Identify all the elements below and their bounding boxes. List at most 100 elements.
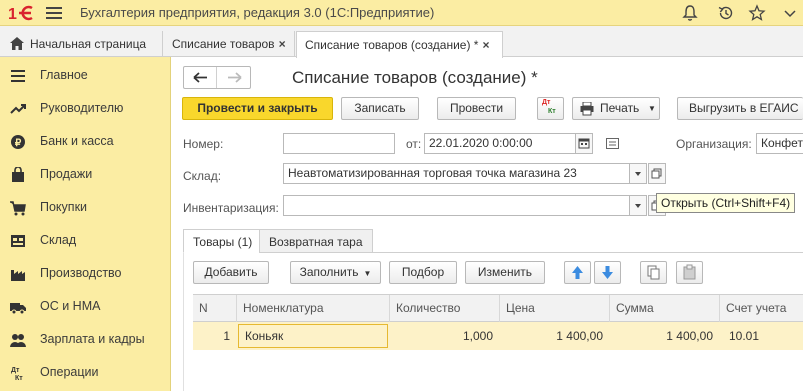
sidebar-item-label: Покупки [40,200,88,214]
column-header[interactable]: N [193,295,236,323]
svg-text:Дт: Дт [11,367,20,374]
truck-icon [10,299,26,315]
organization-field[interactable]: Конфет [756,133,803,154]
form-title: Списание товаров (создание) * [292,68,538,87]
title-bar: 1 Бухгалтерия предприятия, редакция 3.0 … [0,0,803,26]
dropdown-button[interactable] [629,163,647,184]
inventory-label: Инвентаризация: [183,201,279,215]
coin-icon: ₽ [10,134,26,150]
sidebar-item-assets[interactable]: ОС и НМА [0,290,171,323]
star-icon[interactable] [748,4,766,22]
inventory-field[interactable] [283,195,630,216]
forward-arrow-icon[interactable] [218,67,251,88]
column-header[interactable]: Цена [499,295,609,323]
dropdown-arrow-icon: ▼ [648,104,656,113]
1c-logo-icon: 1 [8,4,36,22]
sidebar: Главное Руководителю ₽ Банк и касса Прод… [0,57,171,391]
table-row[interactable]: 1 Коньяк 1,000 1 400,00 1 400,00 10.01 [193,322,803,350]
column-header[interactable]: Номенклатура [236,295,389,323]
save-button[interactable]: Записать [341,97,419,120]
tab-returnable-containers[interactable]: Возвратная тара [259,229,373,253]
close-icon[interactable]: × [279,37,286,51]
number-field[interactable] [283,133,395,154]
sidebar-item-label: Зарплата и кадры [40,332,145,346]
column-header[interactable]: Счет учета [719,295,803,323]
comment-icon[interactable] [606,138,620,150]
move-down-icon[interactable] [594,261,621,284]
sidebar-item-manager[interactable]: Руководителю [0,92,171,125]
tooltip: Открыть (Ctrl+Shift+F4) [656,193,796,213]
account-cell[interactable]: 10.01 [729,322,799,350]
back-arrow-icon[interactable] [184,67,217,88]
price-cell[interactable]: 1 400,00 [499,322,603,350]
sidebar-item-main[interactable]: Главное [0,59,171,92]
sidebar-item-purchases[interactable]: Покупки [0,191,171,224]
close-icon[interactable]: × [482,38,489,52]
open-icon[interactable] [648,163,666,184]
sidebar-item-sales[interactable]: Продажи [0,158,171,191]
sidebar-item-warehouse[interactable]: Склад [0,224,171,257]
sum-cell[interactable]: 1 400,00 [609,322,713,350]
hamburger-menu-icon[interactable] [46,6,62,20]
post-and-close-button[interactable]: Провести и закрыть [182,97,333,120]
fill-button[interactable]: Заполнить ▼ [290,261,381,284]
select-button[interactable]: Подбор [389,261,457,284]
sidebar-item-label: Банк и касса [40,134,114,148]
tab-writeoff-label: Списание товаров [172,37,275,51]
sidebar-item-label: Склад [40,233,77,247]
dt-kt-button[interactable]: Дт Кт [537,97,564,120]
warehouse-icon [10,233,26,249]
chevron-down-icon[interactable] [781,4,799,22]
svg-text:₽: ₽ [15,138,22,149]
sidebar-item-label: Главное [40,68,88,82]
dt-kt-icon-top: Дт [542,99,551,106]
dropdown-arrow-icon: ▼ [363,269,372,278]
sidebar-item-label: Руководителю [40,101,124,115]
svg-text:1: 1 [8,6,17,22]
dt-kt-icon-bottom: Кт [548,108,556,115]
change-button[interactable]: Изменить [465,261,545,284]
dt-kt-icon: Дт Кт [10,365,26,381]
app-title: Бухгалтерия предприятия, редакция 3.0 (1… [80,5,435,20]
warehouse-field[interactable]: Неавтоматизированная торговая точка мага… [283,163,630,184]
home-icon [10,37,24,50]
shopping-bag-icon [10,167,26,183]
warehouse-label: Склад: [183,169,222,183]
sidebar-item-salary[interactable]: Зарплата и кадры [0,323,171,356]
date-from-label: от: [406,137,422,151]
post-button[interactable]: Провести [437,97,516,120]
item-cell[interactable]: Коньяк [238,324,388,348]
dropdown-button[interactable] [629,195,647,216]
history-icon[interactable] [717,4,735,22]
people-icon [10,332,26,348]
column-header[interactable]: Сумма [609,295,719,323]
quantity-cell[interactable]: 1,000 [389,322,493,350]
column-header[interactable]: Количество [389,295,499,323]
egais-export-button[interactable]: Выгрузить в ЕГАИС [677,97,803,120]
sidebar-item-label: Продажи [40,167,93,181]
row-number: 1 [223,329,230,343]
sidebar-item-bank[interactable]: ₽ Банк и касса [0,125,171,158]
trend-chart-icon [10,101,26,117]
add-button[interactable]: Добавить [193,261,269,284]
tab-writeoff-new[interactable]: Списание товаров (создание) * × [296,31,503,58]
date-field[interactable]: 22.01.2020 0:00:00 [424,133,576,154]
sidebar-item-production[interactable]: Производство [0,257,171,290]
paste-icon[interactable] [676,261,703,284]
tab-home[interactable]: Начальная страница [0,31,163,57]
factory-icon [10,266,26,282]
print-label: Печать [600,101,640,115]
sidebar-item-operations[interactable]: Дт Кт Операции [0,356,171,389]
nav-arrows [183,66,251,89]
menu-lines-icon [10,68,26,84]
tab-goods[interactable]: Товары (1) [183,229,263,253]
calendar-icon[interactable] [575,133,593,154]
print-button[interactable]: Печать ▼ [572,97,660,120]
tab-writeoff-new-label: Списание товаров (создание) * [305,38,479,52]
move-up-icon[interactable] [564,261,591,284]
bell-icon[interactable] [681,4,699,22]
table-header: N Номенклатура Количество Цена Сумма Сче… [193,294,803,323]
copy-icon[interactable] [640,261,667,284]
sidebar-item-label: ОС и НМА [40,299,101,313]
tab-writeoff[interactable]: Списание товаров × [164,31,295,57]
